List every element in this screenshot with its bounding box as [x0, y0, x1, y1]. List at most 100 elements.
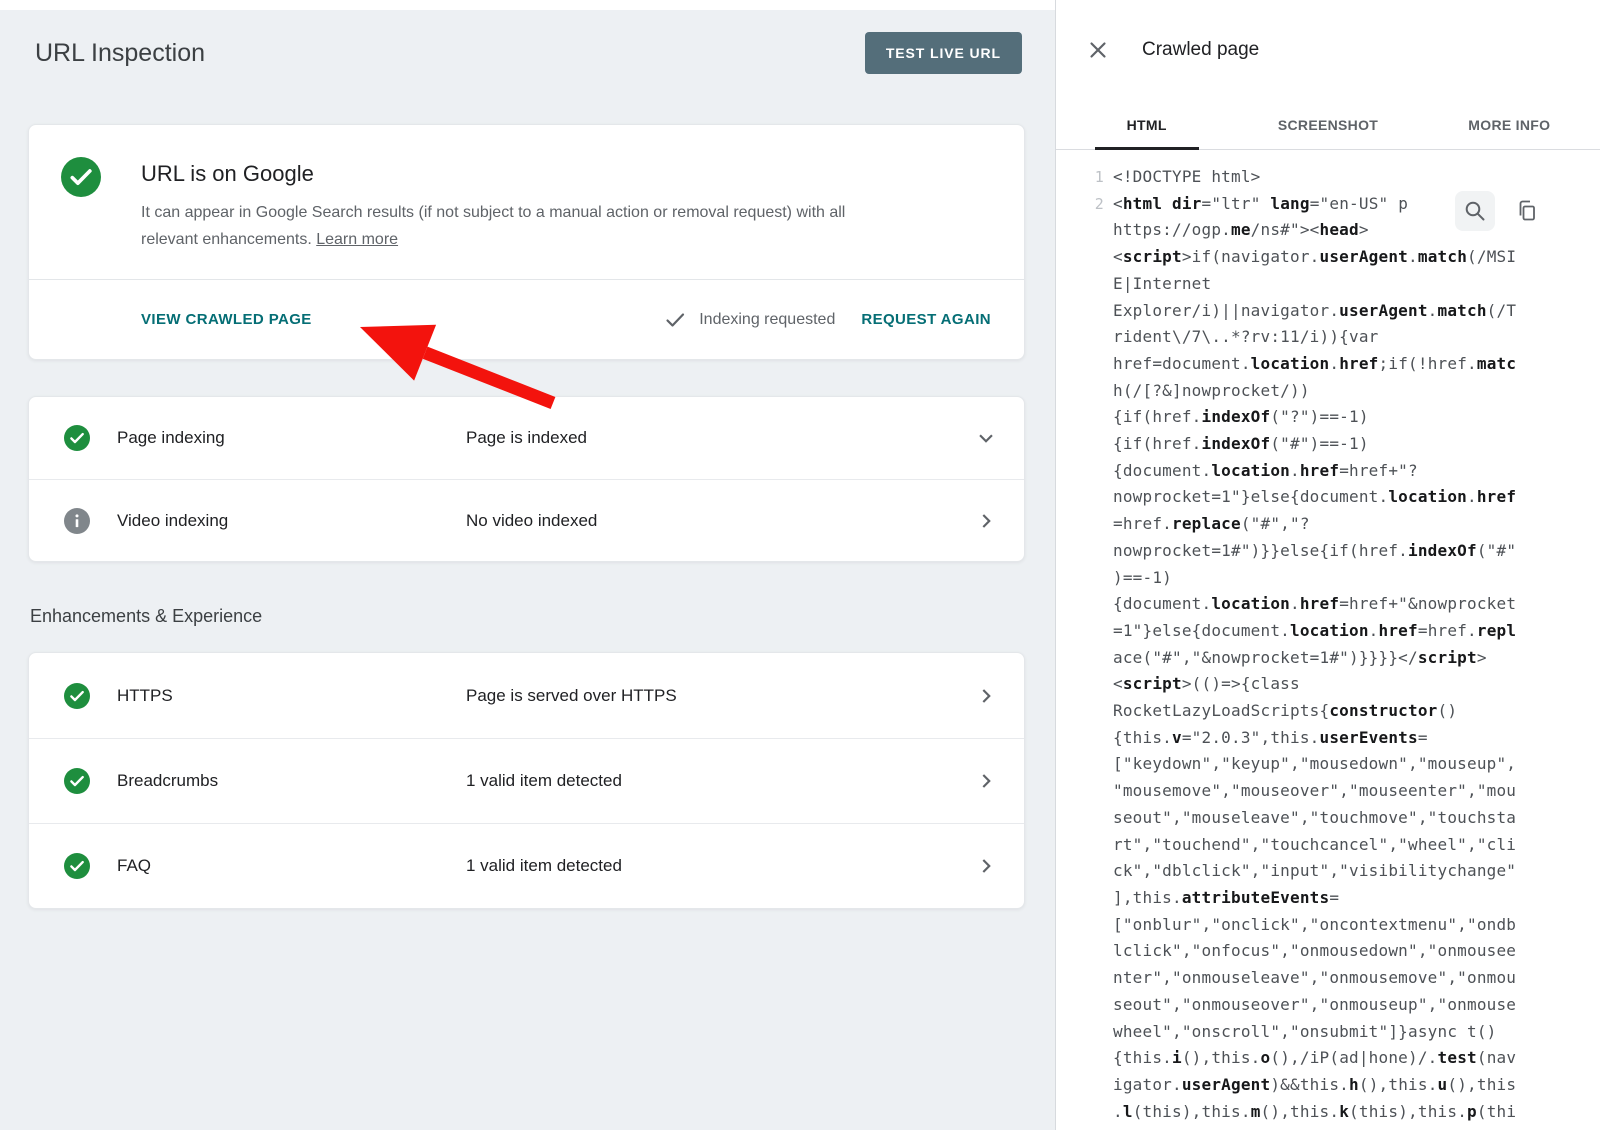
code-text: href=document.location.href;if(!href.mat… — [1113, 351, 1516, 378]
code-text: ],this.attributeEvents= — [1113, 885, 1339, 912]
row-faq[interactable]: FAQ 1 valid item detected — [29, 823, 1024, 908]
line-number — [1056, 912, 1113, 939]
search-code-button[interactable] — [1455, 191, 1495, 231]
code-line: {if(href.indexOf("#")==-1) — [1056, 431, 1600, 458]
code-line: {document.location.href=href+"? — [1056, 458, 1600, 485]
code-line: wheel","onscroll","onsubmit"]}async t() — [1056, 1019, 1600, 1046]
line-number — [1056, 511, 1113, 538]
row-label: Breadcrumbs — [117, 771, 466, 791]
success-check-icon — [64, 768, 90, 794]
test-live-url-button[interactable]: TEST LIVE URL — [865, 32, 1022, 74]
code-text: seout","onmouseover","onmouseup","onmous… — [1113, 992, 1516, 1019]
left-header: URL Inspection TEST LIVE URL — [0, 10, 1055, 74]
code-text: .l(this),this.m(),this.k(this),this.p(th… — [1113, 1099, 1516, 1126]
line-number — [1056, 992, 1113, 1019]
indexing-request-group: Indexing requested REQUEST AGAIN — [663, 308, 991, 332]
line-number — [1056, 351, 1113, 378]
line-number — [1056, 698, 1113, 725]
row-breadcrumbs[interactable]: Breadcrumbs 1 valid item detected — [29, 738, 1024, 823]
code-line: ["keydown","keyup","mousedown","mouseup"… — [1056, 751, 1600, 778]
code-line: rident\/7\..*?rv:11/i)){var — [1056, 324, 1600, 351]
verdict-top: URL is on Google It can appear in Google… — [29, 125, 1024, 279]
code-text: "mousemove","mouseover","mouseenter","mo… — [1113, 778, 1516, 805]
row-label: Video indexing — [117, 511, 466, 531]
line-number — [1056, 404, 1113, 431]
code-text: rident\/7\..*?rv:11/i)){var — [1113, 324, 1379, 351]
indexing-requested-check-icon — [663, 308, 687, 332]
code-text: nowprocket=1#")}}else{if(href.indexOf("#… — [1113, 538, 1516, 565]
row-https[interactable]: HTTPS Page is served over HTTPS — [29, 653, 1024, 738]
code-line: nowprocket=1#")}}else{if(href.indexOf("#… — [1056, 538, 1600, 565]
verdict-description-text: It can appear in Google Search results (… — [141, 204, 845, 248]
line-number — [1056, 217, 1113, 244]
code-line: {this.i(),this.o(),/iP(ad|hone)/.test(na… — [1056, 1045, 1600, 1072]
line-number — [1056, 832, 1113, 859]
row-label: FAQ — [117, 856, 466, 876]
copy-icon — [1515, 199, 1539, 223]
code-text: =1"}else{document.location.href=href.rep… — [1113, 618, 1516, 645]
line-number — [1056, 1045, 1113, 1072]
code-text: https://ogp.me/ns#"><head> — [1113, 217, 1369, 244]
top-strip — [0, 0, 1055, 10]
code-lines: 1<!DOCTYPE html>2<html dir="ltr" lang="e… — [1056, 164, 1600, 1125]
code-text: <script>if(navigator.userAgent.match(/MS… — [1113, 244, 1516, 271]
row-label: Page indexing — [117, 428, 466, 448]
code-line: lclick","onfocus","onmousedown","onmouse… — [1056, 938, 1600, 965]
code-line: ],this.attributeEvents= — [1056, 885, 1600, 912]
code-text: {document.location.href=href+"? — [1113, 458, 1418, 485]
chevron-down-icon — [973, 425, 999, 451]
page-title: URL Inspection — [35, 39, 205, 68]
success-check-icon — [64, 425, 90, 451]
line-number — [1056, 431, 1113, 458]
code-text: {document.location.href=href+"&nowprocke… — [1113, 591, 1516, 618]
code-text: {this.i(),this.o(),/iP(ad|hone)/.test(na… — [1113, 1045, 1516, 1072]
code-text: igator.userAgent)&&this.h(),this.u(),thi… — [1113, 1072, 1516, 1099]
verdict-description: It can appear in Google Search results (… — [141, 199, 886, 253]
row-page-indexing[interactable]: Page indexing Page is indexed — [29, 397, 1024, 479]
indexing-requested-label: Indexing requested — [699, 311, 835, 329]
search-icon — [1463, 199, 1487, 223]
tab-screenshot[interactable]: SCREENSHOT — [1237, 100, 1418, 149]
code-line: seout","onmouseover","onmouseup","onmous… — [1056, 992, 1600, 1019]
line-number: 2 — [1056, 191, 1113, 218]
verdict-card: URL is on Google It can appear in Google… — [28, 124, 1025, 360]
row-video-indexing[interactable]: Video indexing No video indexed — [29, 479, 1024, 561]
code-text: E|Internet — [1113, 271, 1211, 298]
code-line: Explorer/i)||navigator.userAgent.match(/… — [1056, 298, 1600, 325]
line-number — [1056, 885, 1113, 912]
line-number — [1056, 484, 1113, 511]
view-crawled-page-link[interactable]: VIEW CRAWLED PAGE — [141, 311, 312, 328]
code-text: =href.replace("#","? — [1113, 511, 1310, 538]
code-line: igator.userAgent)&&this.h(),this.u(),thi… — [1056, 1072, 1600, 1099]
line-number — [1056, 271, 1113, 298]
code-text: Explorer/i)||navigator.userAgent.match(/… — [1113, 298, 1516, 325]
indexing-status-card: Page indexing Page is indexed Video inde… — [28, 396, 1025, 562]
chevron-right-icon — [973, 508, 999, 534]
line-number — [1056, 591, 1113, 618]
code-line: "mousemove","mouseover","mouseenter","mo… — [1056, 778, 1600, 805]
code-line: =href.replace("#","? — [1056, 511, 1600, 538]
learn-more-link[interactable]: Learn more — [316, 231, 398, 248]
line-number — [1056, 538, 1113, 565]
panel-title: Crawled page — [1142, 39, 1259, 61]
code-line: seout","mouseleave","touchmove","touchst… — [1056, 805, 1600, 832]
line-number — [1056, 751, 1113, 778]
copy-code-button[interactable] — [1507, 191, 1547, 231]
line-number — [1056, 805, 1113, 832]
tab-more-info[interactable]: MORE INFO — [1419, 100, 1600, 149]
code-text: lclick","onfocus","onmousedown","onmouse… — [1113, 938, 1516, 965]
verdict-actions: VIEW CRAWLED PAGE Indexing requested REQ… — [29, 279, 1024, 359]
code-line: {if(href.indexOf("?")==-1) — [1056, 404, 1600, 431]
close-icon[interactable] — [1080, 32, 1116, 68]
code-line: E|Internet — [1056, 271, 1600, 298]
chevron-right-icon — [973, 683, 999, 709]
chevron-right-icon — [973, 768, 999, 794]
code-text: RocketLazyLoadScripts{constructor() — [1113, 698, 1457, 725]
code-text: nter","onmouseleave","onmousemove","onmo… — [1113, 965, 1516, 992]
request-again-link[interactable]: REQUEST AGAIN — [861, 311, 991, 328]
tab-html[interactable]: HTML — [1056, 100, 1237, 149]
code-text: ["onblur","onclick","oncontextmenu","ond… — [1113, 912, 1516, 939]
code-text: ["keydown","keyup","mousedown","mouseup"… — [1113, 751, 1516, 778]
code-text: <script>(()=>{class — [1113, 671, 1300, 698]
line-number — [1056, 324, 1113, 351]
